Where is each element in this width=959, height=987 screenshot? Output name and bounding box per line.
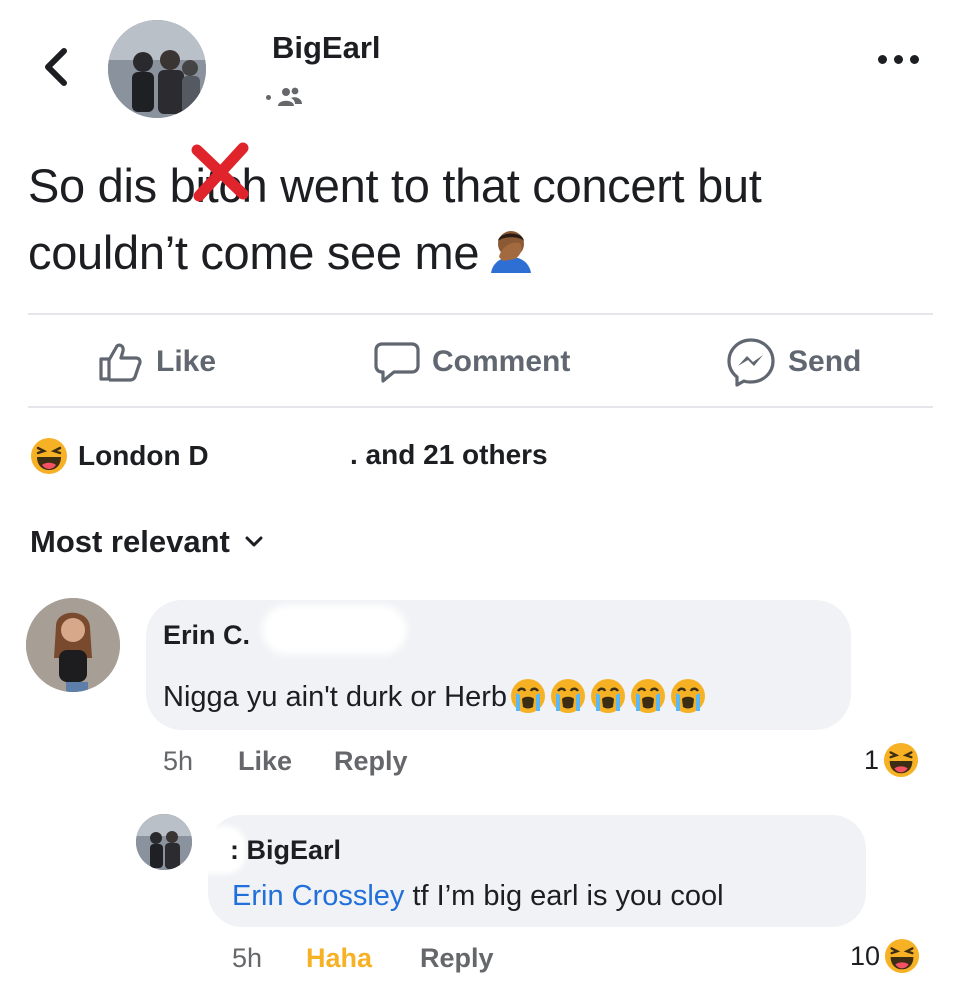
mention-link[interactable]: Erin Crossley [232,880,404,912]
post-text-part: So dis b [28,159,196,212]
comment-label: Comment [432,345,571,378]
separator-dot [266,94,271,100]
haha-reaction-icon [31,438,67,474]
comment-sort-dropdown[interactable]: Most relevant [30,524,264,560]
redaction [262,605,407,655]
comment-like-button[interactable]: Like [238,746,292,777]
loudly-crying-face-icon [551,679,586,713]
comment-timestamp: 5h [163,746,194,776]
audience-indicator[interactable] [266,84,303,110]
chevron-down-icon [245,536,263,547]
commenter-avatar[interactable] [26,598,120,692]
divider [28,406,933,408]
post-text-part: couldn’t come see me [28,226,480,279]
haha-reaction-icon [884,938,920,974]
comment-reply-button[interactable]: Reply [334,746,408,777]
reply-haha-button[interactable]: Haha [306,943,372,974]
reply-reply-button[interactable]: Reply [420,943,494,974]
friends-icon [278,87,302,106]
like-button[interactable]: Like [98,335,216,389]
facepalm-emoji [491,231,532,273]
censored-word: it [191,142,249,219]
reply-avatar[interactable] [136,814,192,870]
more-horizontal-icon [878,55,887,64]
reply-author[interactable]: : BigEarl [230,835,341,866]
post-body: So dis bitch went to that concert but co… [28,142,928,286]
comment-text: Nigga yu ain't durk or Herb [163,677,707,715]
reply-reaction-count[interactable]: 10 [850,938,920,974]
reply-text: Erin Crossley tf I’m big earl is you coo… [232,880,724,912]
loudly-crying-face-icon [631,679,666,713]
post-author-name[interactable]: BigEarl [272,30,381,66]
comment-reaction-count[interactable]: 1 [864,742,919,778]
like-label: Like [156,345,217,378]
reactions-summary[interactable]: London D [30,437,209,475]
sort-label: Most relevant [30,524,230,559]
haha-reaction-icon [883,742,919,778]
reactor-names: London D [78,440,209,471]
comment-icon [374,342,420,383]
thumbs-up-icon [99,343,142,382]
reactions-others[interactable]: . and 21 others [350,439,548,471]
loudly-crying-face-icon [511,679,546,713]
redaction [232,433,350,479]
red-x-icon [191,142,249,202]
avatar[interactable] [108,20,206,118]
reply-timestamp: 5h [232,943,263,973]
comment-button[interactable]: Comment [374,335,570,389]
divider [28,313,933,315]
comment-author[interactable]: Erin C. [163,620,250,651]
send-label: Send [788,345,862,378]
more-options-button[interactable] [878,55,919,64]
loudly-crying-face-icon [591,679,626,713]
send-button[interactable]: Send [726,335,861,389]
messenger-icon [727,338,775,387]
chevron-left-icon [45,48,67,86]
back-button[interactable] [36,45,76,89]
crying-emoji-row [507,679,707,713]
loudly-crying-face-icon [671,679,706,713]
post-text-part: ch went to that concert but [218,159,762,212]
